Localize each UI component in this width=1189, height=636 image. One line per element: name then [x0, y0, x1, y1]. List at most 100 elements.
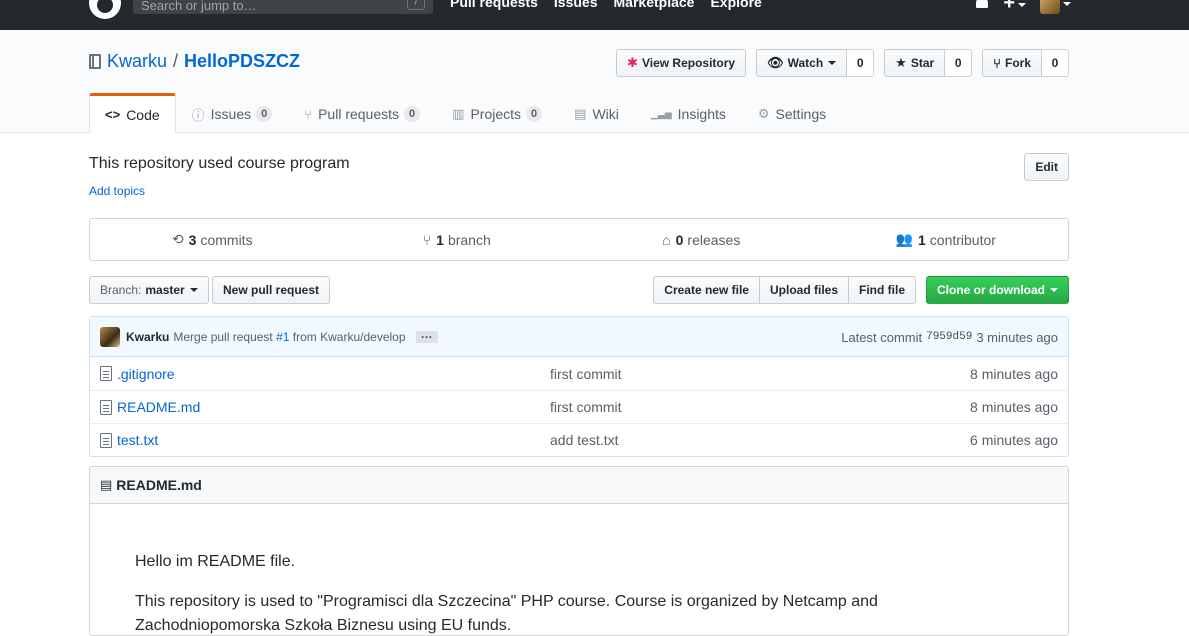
tab-label: Pull requests	[318, 106, 400, 122]
history-icon: ⟲	[171, 231, 184, 247]
readme-body: Hello im README file. This repository is…	[90, 504, 1068, 635]
star-icon: ★	[895, 55, 907, 70]
branch-name: master	[145, 283, 185, 297]
create-new-file-button[interactable]: Create new file	[653, 276, 760, 304]
commit-message-prefix[interactable]: Merge pull request	[173, 330, 272, 344]
branch-prefix: Branch:	[100, 283, 142, 297]
commits-link[interactable]: ⟲ 3 commits	[90, 219, 335, 260]
path-separator: /	[173, 51, 179, 71]
tab-insights[interactable]: ▁▃▅ Insights	[635, 93, 742, 133]
file-name-link[interactable]: README.md	[117, 399, 200, 415]
pull-requests-counter: 0	[404, 106, 421, 122]
commits-count: 3	[188, 231, 197, 248]
add-topics-link[interactable]: Add topics	[89, 184, 145, 198]
tag-icon: ⌂	[662, 231, 671, 248]
commit-tease: Kwarku Merge pull request #1 from Kwarku…	[90, 317, 1068, 357]
star-count[interactable]: 0	[945, 49, 973, 77]
table-row: test.txt add test.txt 6 minutes ago	[90, 423, 1068, 456]
create-new-dropdown[interactable]: +	[1003, 0, 1026, 13]
file-commit-message[interactable]: first commit	[550, 399, 622, 415]
star-button[interactable]: ★ Star	[884, 49, 946, 77]
branch-select-button[interactable]: Branch: master	[89, 276, 209, 304]
commit-author[interactable]: Kwarku	[126, 330, 169, 344]
user-menu[interactable]	[1040, 0, 1071, 14]
search-input[interactable]	[133, 0, 433, 14]
graph-icon: ▁▃▅	[650, 108, 672, 119]
file-name-link[interactable]: test.txt	[117, 432, 158, 448]
search-box[interactable]: /	[133, 0, 433, 14]
expand-commit-button[interactable]: …	[415, 328, 438, 343]
star-label: Star	[910, 56, 935, 70]
tab-projects[interactable]: ▥ Projects 0	[436, 93, 558, 133]
table-row: .gitignore first commit 8 minutes ago	[90, 357, 1068, 390]
avatar	[1040, 0, 1060, 14]
numbers-summary: ⟲ 3 commits ⑂ 1 branch ⌂ 0 releases 👥 1 …	[89, 218, 1069, 261]
find-file-button[interactable]: Find file	[848, 276, 916, 304]
contributors-link[interactable]: 👥 1 contributor	[824, 219, 1069, 260]
tab-issues[interactable]: ⓘ Issues 0	[176, 93, 289, 133]
clone-or-download-button[interactable]: Clone or download	[926, 276, 1069, 304]
readme-paragraph: This repository is used to "Programisci …	[135, 593, 878, 634]
file-name-link[interactable]: .gitignore	[117, 366, 175, 382]
file-commit-message[interactable]: first commit	[550, 366, 622, 382]
repository-header: Kwarku / HelloPDSZCZ ✱ View Repository 👁…	[0, 30, 1189, 134]
readme-panel: ▤ README.md Hello im README file. This r…	[89, 466, 1069, 636]
readme-header: ▤ README.md	[90, 467, 1068, 504]
fork-count[interactable]: 0	[1042, 49, 1069, 77]
people-icon: 👥	[895, 231, 913, 247]
contributor-count: 1	[917, 231, 926, 248]
issues-counter: 0	[256, 106, 273, 122]
commit-sha[interactable]: 7959d59	[926, 331, 972, 343]
branches-link[interactable]: ⑂ 1 branch	[335, 219, 580, 260]
header-user-actions: +	[975, 0, 1071, 14]
file-icon	[100, 400, 112, 415]
new-pull-request-button[interactable]: New pull request	[212, 276, 331, 304]
repository-description: This repository used course program	[89, 155, 350, 172]
tab-label: Projects	[470, 106, 522, 122]
tab-wiki[interactable]: ▤ Wiki	[558, 93, 635, 133]
avatar[interactable]	[100, 326, 120, 347]
pull-request-link[interactable]: #1	[276, 330, 289, 344]
clone-or-download-label: Clone or download	[937, 283, 1045, 297]
tab-pull-requests[interactable]: ⑂ Pull requests 0	[288, 93, 436, 133]
watch-button[interactable]: 👁 Watch	[756, 49, 848, 77]
chevron-down-icon	[1063, 2, 1071, 6]
nav-pull-requests[interactable]: Pull requests	[450, 0, 538, 10]
upload-files-button[interactable]: Upload files	[758, 276, 849, 304]
repo-name-link[interactable]: HelloPDSZCZ	[184, 51, 300, 72]
file-list: Kwarku Merge pull request #1 from Kwarku…	[89, 316, 1069, 457]
repo-owner-link[interactable]: Kwarku	[107, 51, 167, 72]
fork-icon: ⑂	[993, 55, 1001, 71]
readme-title: README.md	[116, 477, 202, 493]
chevron-down-icon	[1050, 288, 1058, 292]
branch-count: 1	[436, 231, 444, 248]
nav-marketplace[interactable]: Marketplace	[614, 0, 695, 10]
file-commit-message[interactable]: add test.txt	[550, 432, 618, 448]
edit-description-button[interactable]: Edit	[1024, 153, 1069, 181]
view-repository-button[interactable]: ✱ View Repository	[616, 49, 747, 77]
contributor-label: contributor	[929, 231, 996, 248]
chevron-down-icon	[828, 61, 837, 65]
releases-label: releases	[687, 231, 741, 248]
fork-label: Fork	[1004, 56, 1031, 70]
commit-message-suffix[interactable]: from Kwarku/develop	[293, 330, 406, 344]
nav-explore[interactable]: Explore	[710, 0, 761, 10]
file-age: 8 minutes ago	[970, 399, 1058, 415]
tab-settings[interactable]: ⚙ Settings	[742, 93, 842, 133]
notifications-bell-icon[interactable]	[975, 0, 989, 11]
fork-button[interactable]: ⑂ Fork	[982, 49, 1042, 77]
gear-icon: ⚙	[757, 106, 770, 121]
fork-group: ⑂ Fork 0	[982, 49, 1069, 77]
tab-code[interactable]: <> Code	[89, 93, 176, 134]
eye-icon: 👁	[767, 55, 784, 70]
releases-link[interactable]: ⌂ 0 releases	[579, 219, 824, 260]
watch-count[interactable]: 0	[847, 49, 875, 77]
releases-count: 0	[675, 231, 684, 248]
repo-icon	[89, 54, 101, 69]
github-logo-icon[interactable]	[89, 0, 121, 19]
pagehead-actions: ✱ View Repository 👁 Watch 0 ★ Star 0 ⑂ F…	[616, 49, 1069, 77]
nav-issues[interactable]: Issues	[554, 0, 598, 10]
watch-label: Watch	[787, 56, 824, 70]
global-nav: Pull requests Issues Marketplace Explore	[450, 0, 762, 10]
latest-commit-label: Latest commit	[841, 329, 923, 345]
